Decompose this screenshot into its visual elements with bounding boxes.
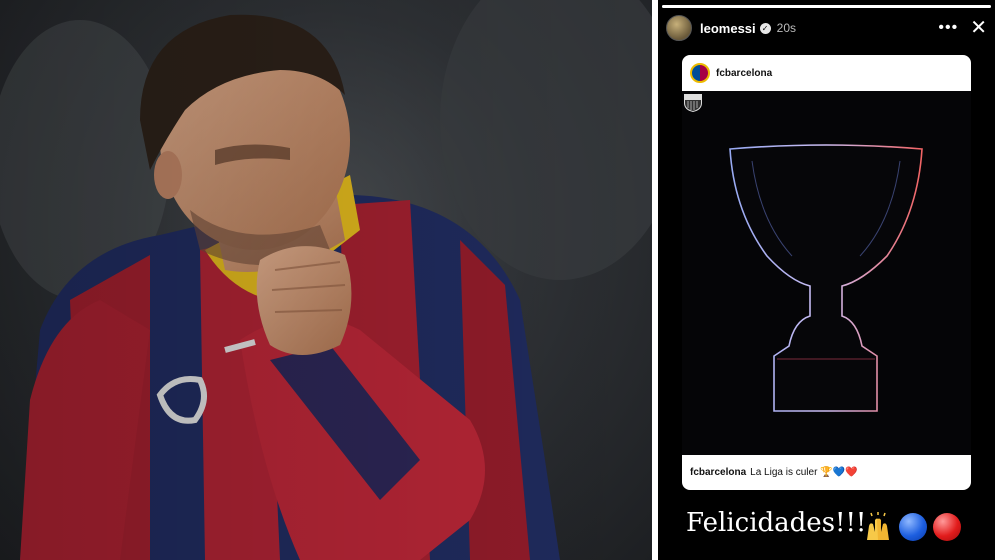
club-avatar[interactable] xyxy=(690,63,710,83)
verified-badge-icon: ✓ xyxy=(759,22,771,34)
story-text-message: Felicidades!!! xyxy=(686,508,867,538)
story-progress-bar xyxy=(662,5,991,8)
more-options-icon[interactable]: ••• xyxy=(938,19,958,37)
shared-post-image xyxy=(682,91,971,455)
messi-photo xyxy=(0,0,652,560)
caption-emojis: 🏆💙❤️ xyxy=(820,467,858,478)
red-circle-icon xyxy=(933,513,961,541)
caption-text: La Liga is culer xyxy=(750,467,818,478)
caption-username[interactable]: fcbarcelona xyxy=(690,467,746,478)
blue-circle-icon xyxy=(899,513,927,541)
shared-post-username[interactable]: fcbarcelona xyxy=(716,68,772,79)
story-username[interactable]: leomessi xyxy=(700,21,756,36)
trophy-icon xyxy=(729,144,923,412)
emoji-row xyxy=(863,512,961,542)
close-icon[interactable]: ✕ xyxy=(970,18,987,38)
shared-post-caption: fcbarcelona La Liga is culer 🏆💙❤️ xyxy=(682,455,971,490)
raising-hands-icon xyxy=(867,512,889,540)
shared-post-header: fcbarcelona xyxy=(682,55,971,91)
shared-post-card[interactable]: fcbarcelona fcbarcelona La Liga is culer… xyxy=(682,55,971,490)
avatar[interactable] xyxy=(666,15,692,41)
messi-illustration xyxy=(0,0,652,560)
story-header: leomessi ✓ 20s ••• ✕ xyxy=(666,14,987,42)
story-progress-fill xyxy=(662,5,991,8)
barcelona-crest-icon xyxy=(684,94,702,112)
story-timestamp: 20s xyxy=(776,21,797,35)
instagram-story[interactable]: leomessi ✓ 20s ••• ✕ fcbarcelona fcbarce… xyxy=(658,0,995,560)
